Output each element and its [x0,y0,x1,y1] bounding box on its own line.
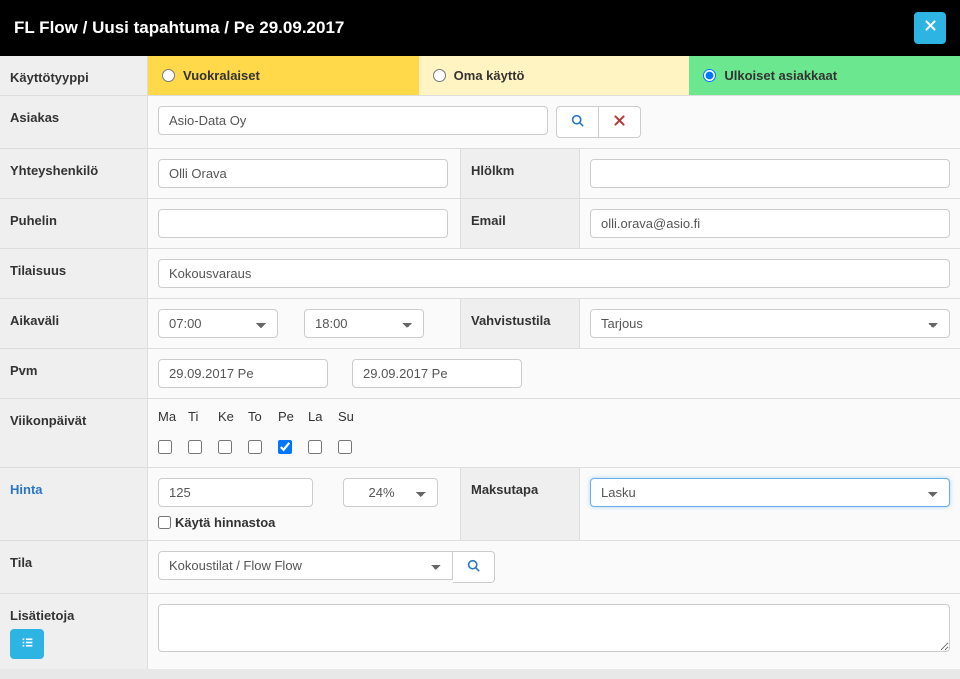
tila-select[interactable]: Kokoustilat / Flow Flow [158,551,453,580]
puhelin-input[interactable] [158,209,448,238]
weekday-ti: Ti [188,409,218,424]
row-puhelin: Puhelin Email [0,198,960,248]
usertype-ulkoiset-label: Ulkoiset asiakkaat [724,68,837,83]
weekday-ma: Ma [158,409,188,424]
weekday-check-to[interactable] [248,440,262,454]
weekday-check-pe[interactable] [278,440,292,454]
weekday-check-su[interactable] [338,440,352,454]
usertype-omakaytto[interactable]: Oma käyttö [419,56,690,95]
label-puhelin: Puhelin [0,199,148,248]
radio-ulkoiset[interactable] [703,69,716,82]
radio-omakaytto[interactable] [433,69,446,82]
hinta-input[interactable] [158,478,313,507]
label-maksutapa: Maksutapa [460,468,580,540]
times-icon [613,114,626,130]
label-pvm: Pvm [0,349,148,398]
weekday-su: Su [338,409,368,424]
close-button[interactable] [914,12,946,44]
weekday-check-ma[interactable] [158,440,172,454]
asiakas-search-button[interactable] [556,106,599,138]
vahvistustila-select[interactable]: Tarjous [590,309,950,338]
use-pricelist-text: Käytä hinnastoa [175,515,275,530]
weekday-labels: Ma Ti Ke To Pe La Su [158,409,368,432]
tila-search-button[interactable] [453,551,495,583]
email-input[interactable] [590,209,950,238]
tilaisuus-input[interactable] [158,259,950,288]
label-vahvistustila: Vahvistustila [460,299,580,348]
close-icon [924,19,937,37]
weekday-check-la[interactable] [308,440,322,454]
lisatietoja-textarea[interactable] [158,604,950,652]
row-aikavali: Aikaväli 07:00 18:00 Vahvistustila Tarjo… [0,298,960,348]
use-pricelist-label[interactable]: Käytä hinnastoa [158,515,275,530]
row-hinta: Hinta 24% Käytä hinnastoa Maksutapa Lask… [0,467,960,540]
maksutapa-select[interactable]: Lasku [590,478,950,507]
label-hlolkm: Hlölkm [460,149,580,198]
modal: FL Flow / Uusi tapahtuma / Pe 29.09.2017… [0,0,960,669]
aikavali-start-select[interactable]: 07:00 [158,309,278,338]
yhteyshenkilo-input[interactable] [158,159,448,188]
vat-select[interactable]: 24% [343,478,438,507]
row-asiakas: Asiakas [0,95,960,148]
weekday-la: La [308,409,338,424]
search-icon [467,559,480,575]
row-lisatietoja: Lisätietoja [0,593,960,669]
row-viikonpaivat: Viikonpäivät Ma Ti Ke To Pe La Su [0,398,960,467]
usertype-omakaytto-label: Oma käyttö [454,68,525,83]
pvm-start-input[interactable] [158,359,328,388]
form-content: Käyttötyyppi Vuokralaiset Oma käyttö Ulk… [0,56,960,669]
label-kayttotyyppi: Käyttötyyppi [0,56,148,95]
row-usertype: Käyttötyyppi Vuokralaiset Oma käyttö Ulk… [0,56,960,95]
asiakas-clear-button[interactable] [599,106,641,138]
label-yhteyshenkilo: Yhteyshenkilö [0,149,148,198]
usertype-ulkoiset[interactable]: Ulkoiset asiakkaat [689,56,960,95]
weekday-check-ti[interactable] [188,440,202,454]
list-icon [21,636,34,652]
modal-title: FL Flow / Uusi tapahtuma / Pe 29.09.2017 [14,18,344,38]
aikavali-end-select[interactable]: 18:00 [304,309,424,338]
weekday-to: To [248,409,278,424]
row-yhteyshenkilo: Yhteyshenkilö Hlölkm [0,148,960,198]
label-viikonpaivat: Viikonpäivät [0,399,148,467]
asiakas-input[interactable] [158,106,548,135]
list-button[interactable] [10,629,44,659]
modal-header: FL Flow / Uusi tapahtuma / Pe 29.09.2017 [0,0,960,56]
weekday-ke: Ke [218,409,248,424]
weekday-checkboxes [158,440,368,457]
label-hinta[interactable]: Hinta [0,468,148,540]
radio-vuokralaiset[interactable] [162,69,175,82]
weekday-pe: Pe [278,409,308,424]
weekday-check-ke[interactable] [218,440,232,454]
row-tilaisuus: Tilaisuus [0,248,960,298]
label-tila: Tila [0,541,148,593]
pvm-end-input[interactable] [352,359,522,388]
label-aikavali: Aikaväli [0,299,148,348]
label-email: Email [460,199,580,248]
usertype-vuokralaiset-label: Vuokralaiset [183,68,260,83]
row-tila: Tila Kokoustilat / Flow Flow [0,540,960,593]
label-tilaisuus: Tilaisuus [0,249,148,298]
usertype-vuokralaiset[interactable]: Vuokralaiset [148,56,419,95]
row-pvm: Pvm [0,348,960,398]
label-lisatietoja: Lisätietoja [0,608,147,623]
use-pricelist-checkbox[interactable] [158,516,171,529]
search-icon [571,114,584,130]
label-asiakas: Asiakas [0,96,148,148]
hlolkm-input[interactable] [590,159,950,188]
